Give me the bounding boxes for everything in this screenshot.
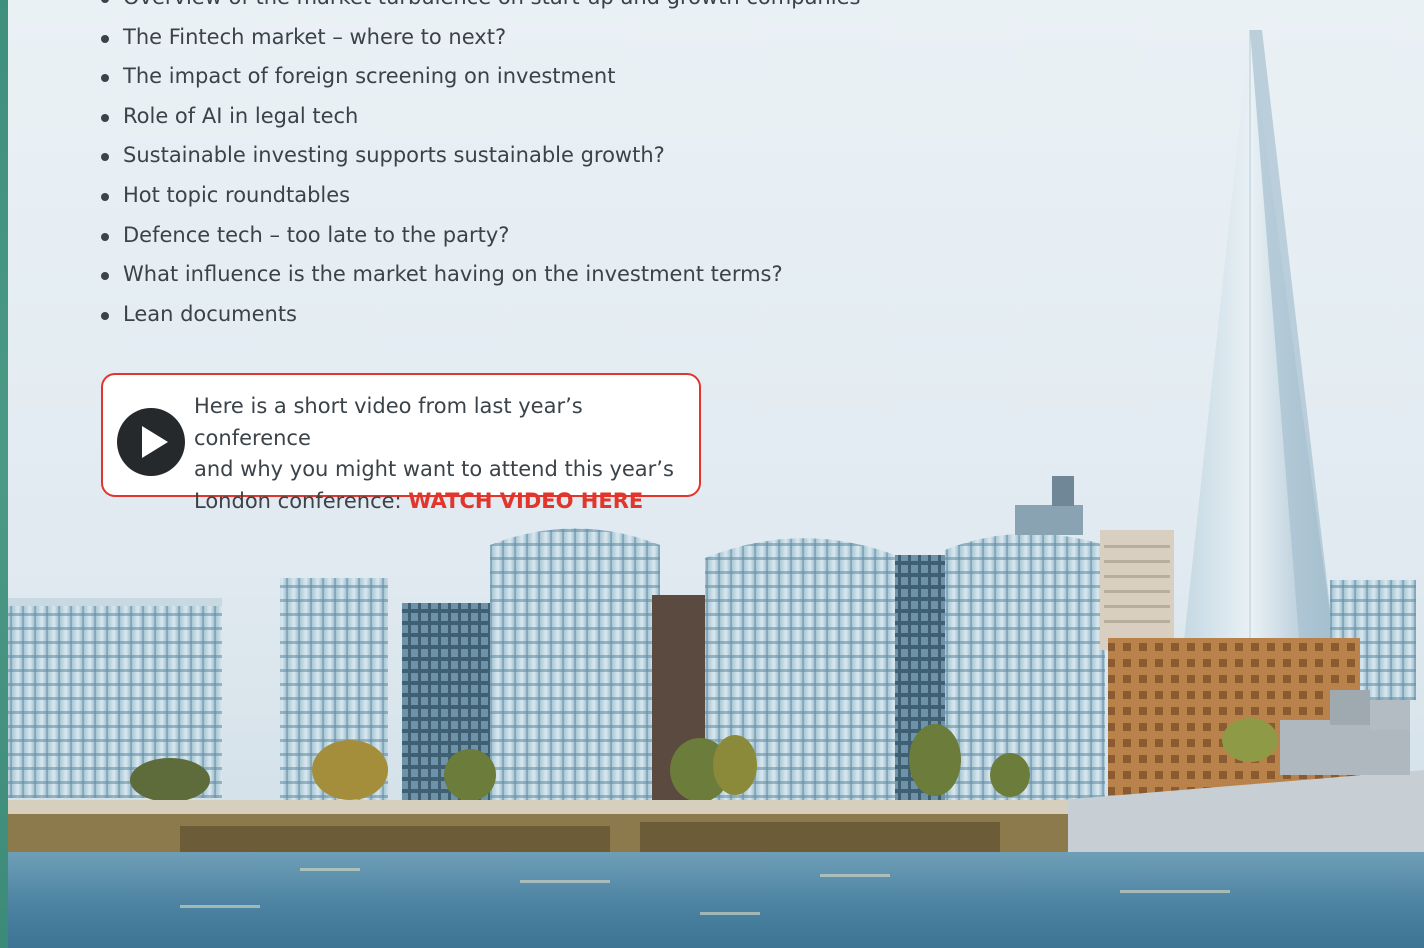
topic-text: Sustainable investing supports sustainab… bbox=[123, 143, 665, 168]
bullet-icon bbox=[101, 34, 109, 43]
play-video-button[interactable] bbox=[117, 408, 185, 476]
topic-text: Defence tech – too late to the party? bbox=[123, 222, 510, 247]
bullet-icon bbox=[101, 113, 109, 122]
topic-text: Overview of the market turbulence on sta… bbox=[123, 0, 860, 9]
bullet-icon bbox=[101, 74, 109, 83]
callout-line-1: Here is a short video from last year’s c… bbox=[194, 394, 583, 450]
list-item: Role of AI in legal tech bbox=[98, 97, 860, 137]
topic-text: Lean documents bbox=[123, 301, 297, 326]
topic-list: Overview of the market turbulence on sta… bbox=[98, 0, 860, 334]
list-item: The Fintech market – where to next? bbox=[98, 18, 860, 58]
topic-text: Role of AI in legal tech bbox=[123, 103, 359, 128]
watch-video-link[interactable]: WATCH VIDEO HERE bbox=[408, 489, 643, 513]
topic-text: The Fintech market – where to next? bbox=[123, 24, 507, 49]
bullet-icon bbox=[101, 311, 109, 320]
list-item: Defence tech – too late to the party? bbox=[98, 216, 860, 256]
bullet-icon bbox=[101, 0, 109, 3]
list-item: Sustainable investing supports sustainab… bbox=[98, 136, 860, 176]
list-item: Hot topic roundtables bbox=[98, 176, 860, 216]
bullet-icon bbox=[101, 272, 109, 281]
callout-line-3: London conference: bbox=[194, 488, 409, 513]
list-item: The impact of foreign screening on inves… bbox=[98, 57, 860, 97]
bullet-icon bbox=[101, 232, 109, 241]
callout-text: Here is a short video from last year’s c… bbox=[194, 391, 694, 517]
bullet-icon bbox=[101, 192, 109, 201]
topic-text: Hot topic roundtables bbox=[123, 182, 351, 207]
list-item: Overview of the market turbulence on sta… bbox=[98, 0, 860, 18]
bullet-icon bbox=[101, 153, 109, 162]
topic-text: What influence is the market having on t… bbox=[123, 262, 783, 287]
list-item: Lean documents bbox=[98, 295, 860, 335]
topic-text: The impact of foreign screening on inves… bbox=[123, 64, 616, 89]
play-icon bbox=[142, 426, 168, 458]
list-item: What influence is the market having on t… bbox=[98, 255, 860, 295]
video-callout-box: Here is a short video from last year’s c… bbox=[101, 373, 701, 513]
callout-line-2: and why you might want to attend this ye… bbox=[194, 457, 674, 481]
